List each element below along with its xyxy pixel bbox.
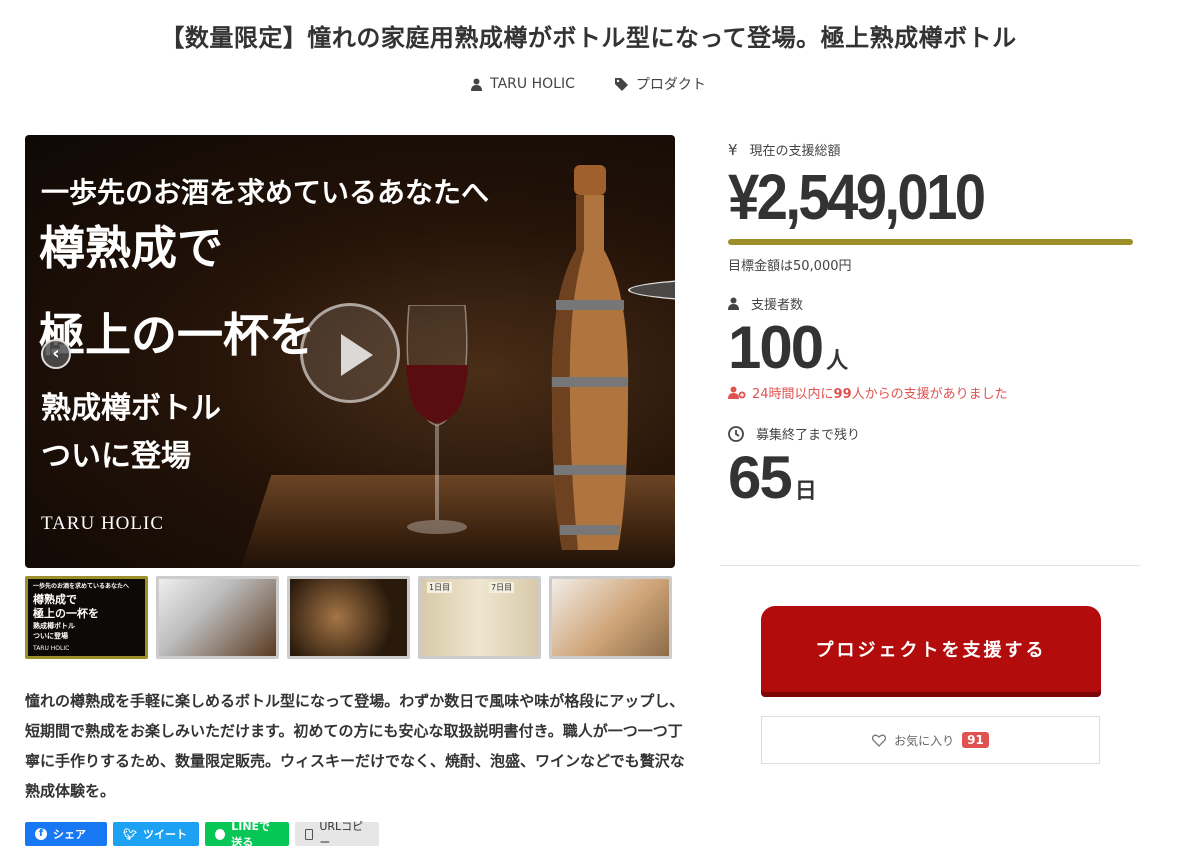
hero-brand: TARU HOLIC [41,513,164,534]
supporters-label: 支援者数 [751,298,804,313]
support-project-button[interactable]: プロジェクトを支援する [761,606,1101,692]
tag-icon [614,77,628,91]
project-description: 憧れの樽熟成を手軽に楽しめるボトル型になって登場。わずか数日で風味や味が格段にア… [25,692,685,800]
twitter-share-button[interactable]: 🐦︎ ツイート [113,822,199,846]
project-meta: TARU HOLIC プロダクト [0,74,1177,94]
users-plus-icon [728,386,746,399]
thumb-1-line-4: 熟成樽ボトル [33,622,75,630]
share-buttons: f シェア 🐦︎ ツイート LINEで送る URLコピー [25,820,379,849]
thumb-1-line-3: 極上の一杯を [33,607,99,620]
user-icon [471,78,483,91]
thumb-4-label-right: 7日目 [489,582,515,593]
recent-suffix: 人からの支援がありました [851,387,1008,402]
total-label-row: ¥ 現在の支援総額 [728,140,1140,160]
chevron-left-icon: ‹ [52,343,60,364]
wine-glass-image [406,305,468,534]
thumb-1-line-1: 一歩先のお酒を求めているあなたへ [33,583,130,590]
supporters-count: 100 [728,314,824,381]
hero-line-4: 熟成樽ボトル [41,391,221,426]
favorite-label: お気に入り [894,733,955,748]
remaining-unit: 日 [794,479,817,504]
thumbnail-2[interactable] [156,576,279,659]
yen-icon: ¥ [728,140,738,159]
hero-line-2: 樽熟成で [39,221,223,275]
heart-icon [872,734,887,747]
thumbnail-3[interactable] [287,576,410,659]
recent-prefix: 24時間以内に [752,387,834,402]
facebook-icon: f [35,828,47,840]
copy-icon [305,828,314,840]
hero-line-3: 極上の一杯を [39,308,315,362]
thumbnail-4[interactable]: 1日目 7日目 [418,576,541,659]
hero-line-1: 一歩先のお酒を求めているあなたへ [41,176,490,209]
thumb-4-label-left: 1日目 [427,582,453,593]
funding-progress-fill [728,239,1133,245]
play-video-button[interactable] [300,303,400,403]
supporters-unit: 人 [826,349,849,374]
remaining-label-row: 募集終了まで残り [728,424,1140,443]
author-link[interactable]: TARU HOLIC [471,74,575,94]
divider [720,565,1140,566]
thumbnail-strip: 一歩先のお酒を求めているあなたへ 樽熟成で 極上の一杯を 熟成樽ボトル ついに登… [25,576,672,659]
thumbnail-1[interactable]: 一歩先のお酒を求めているあなたへ 樽熟成で 極上の一杯を 熟成樽ボトル ついに登… [25,576,148,659]
funding-progress-bar [728,239,1133,245]
barrel-bottle-image [551,165,629,550]
twitter-icon: 🐦︎ [123,827,137,841]
total-amount: ¥2,549,010 [728,161,986,233]
author-name: TARU HOLIC [490,76,575,92]
thumbnail-5[interactable] [549,576,672,659]
supporters-count-row: 100 人 [728,313,1140,383]
carousel-prev-button[interactable]: ‹ [41,339,71,369]
user-icon [728,297,739,310]
thumb-1-line-5: ついに登場 [33,632,68,640]
favorite-count-badge: 91 [962,732,989,748]
recent-count: 99 [833,387,852,402]
total-label: 現在の支援総額 [749,144,841,159]
favorite-button[interactable]: お気に入り 91 [761,716,1100,764]
project-title: 【数量限定】憧れの家庭用熟成樽がボトル型になって登場。極上熟成樽ボトル [160,24,1017,52]
supporters-label-row: 支援者数 [728,294,1140,313]
url-copy-button[interactable]: URLコピー [295,820,379,849]
line-share-button[interactable]: LINEで送る [205,820,289,849]
remaining-label: 募集終了まで残り [756,428,861,443]
recent-supporters-notice: 24時間以内に99人からの支援がありました [728,383,1140,402]
facebook-share-button[interactable]: f シェア [25,822,107,846]
goal-amount: 目標金額は50,000円 [728,259,852,274]
clock-icon [728,425,744,442]
remaining-days: 65 [728,444,793,511]
url-copy-label: URLコピー [319,820,364,849]
funding-stats: ¥ 現在の支援総額 ¥2,549,010 目標金額は50,000円 支援者数 1… [728,140,1140,513]
hero-line-5: ついに登場 [41,439,191,474]
category-name: プロダクト [635,77,706,93]
line-share-label: LINEで送る [231,820,271,849]
category-link[interactable]: プロダクト [614,74,706,94]
remaining-row: 65 日 [728,443,1140,513]
thumb-1-brand: TARU HOLIC [33,645,70,652]
main-image-carousel[interactable]: 一歩先のお酒を求めているあなたへ 樽熟成で 極上の一杯を 熟成樽ボトル ついに登… [25,135,675,568]
twitter-share-label: ツイート [142,828,187,841]
facebook-share-label: シェア [53,828,86,841]
line-icon [215,828,226,840]
